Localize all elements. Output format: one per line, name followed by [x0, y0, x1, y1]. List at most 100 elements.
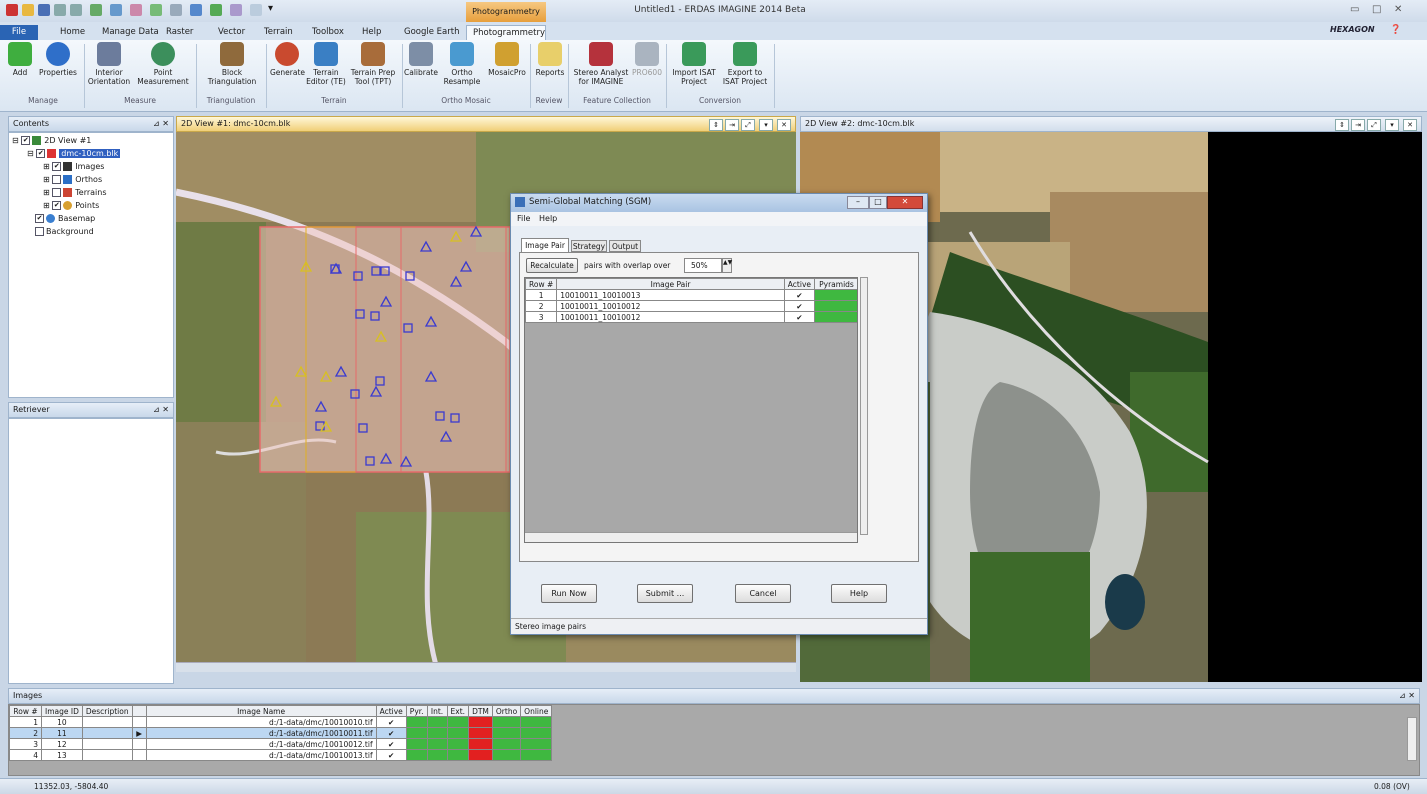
- table-row[interactable]: 4 13 d:/1-data/dmc/10010013.tif ✔: [9, 749, 553, 761]
- reports-button[interactable]: Reports: [534, 42, 566, 94]
- redo-icon[interactable]: [70, 4, 82, 16]
- cancel-button[interactable]: Cancel: [735, 584, 791, 603]
- col-row: Row #: [9, 705, 42, 717]
- images-vscrollbar[interactable]: [1407, 717, 1417, 761]
- status-cell: [491, 716, 522, 728]
- group-measure: Measure: [124, 96, 156, 105]
- tab-file[interactable]: File: [0, 25, 38, 40]
- help-icon[interactable]: ❓: [1390, 25, 1401, 35]
- brand-logo: HEXAGON: [1330, 25, 1375, 34]
- panel-pin-close-icon[interactable]: ⊿ ✕: [153, 119, 169, 128]
- images-panel-pin-close-icon[interactable]: ⊿ ✕: [1399, 691, 1415, 700]
- retriever-pin-close-icon[interactable]: ⊿ ✕: [153, 405, 169, 414]
- block-triangulation-button[interactable]: Block Triangulation: [202, 42, 262, 94]
- tree-item-orthos[interactable]: ⊞ Orthos: [43, 175, 102, 188]
- app-icon[interactable]: [6, 4, 18, 16]
- tab-terrain[interactable]: Terrain: [258, 25, 299, 40]
- dialog-maximize-button[interactable]: □: [869, 196, 887, 209]
- terrain-editor-button[interactable]: Terrain Editor (TE): [306, 42, 346, 94]
- run-now-button[interactable]: Run Now: [541, 584, 597, 603]
- ortho-resample-button[interactable]: Ortho Resample: [440, 42, 484, 94]
- view1-sync-button[interactable]: ⇕: [709, 119, 723, 131]
- recalculate-button[interactable]: Recalculate: [526, 258, 578, 273]
- calibrate-button[interactable]: Calibrate: [404, 42, 438, 94]
- tab-raster[interactable]: Raster: [160, 25, 199, 40]
- table-hscrollbar[interactable]: [525, 532, 857, 542]
- view2-link-button[interactable]: ⇥: [1351, 119, 1365, 131]
- add-button[interactable]: Add: [6, 42, 34, 94]
- table-row[interactable]: 3 10010011_10010012 ✔: [525, 311, 857, 323]
- tool-icon-i[interactable]: [250, 4, 262, 16]
- table-vscrollbar[interactable]: [860, 277, 868, 535]
- maximize-button[interactable]: □: [1372, 4, 1381, 15]
- stereo-analyst-button[interactable]: Stereo Analyst for IMAGINE: [572, 42, 630, 94]
- retriever-panel-header: Retriever ⊿ ✕: [8, 402, 174, 418]
- tab-help[interactable]: Help: [356, 25, 387, 40]
- tool-icon-c[interactable]: [130, 4, 142, 16]
- view2-menu-button[interactable]: ▾: [1385, 119, 1399, 131]
- tool-icon-g[interactable]: [210, 4, 222, 16]
- save-icon[interactable]: [38, 4, 50, 16]
- interior-orientation-button[interactable]: Interior Orientation: [86, 42, 132, 94]
- tree-item-points[interactable]: ⊞ ✔ Points: [43, 201, 99, 214]
- dialog-menu-file[interactable]: File: [517, 214, 530, 223]
- tool-icon-a[interactable]: [90, 4, 102, 16]
- pro600-button[interactable]: PRO600: [632, 42, 662, 94]
- view2-fit-button[interactable]: ⤢: [1367, 119, 1381, 131]
- undo-icon[interactable]: [54, 4, 66, 16]
- table-row[interactable]: 3 12 d:/1-data/dmc/10010012.tif ✔: [9, 738, 553, 750]
- dialog-tab-strategy[interactable]: Strategy: [571, 240, 607, 252]
- table-row[interactable]: 1 10010011_10010013 ✔: [525, 289, 857, 301]
- tree-item-2d-view[interactable]: ⊟ ✔ 2D View #1: [12, 136, 91, 149]
- tree-item-basemap[interactable]: ✔ Basemap: [35, 214, 95, 227]
- view1-close-button[interactable]: ✕: [777, 119, 791, 131]
- view2-close-button[interactable]: ✕: [1403, 119, 1417, 131]
- dialog-close-button[interactable]: ✕: [887, 196, 923, 209]
- tab-photogrammetry[interactable]: Photogrammetry: [466, 25, 546, 40]
- tree-item-images[interactable]: ⊞ ✔ Images: [43, 162, 104, 175]
- tree-item-terrains[interactable]: ⊞ Terrains: [43, 188, 107, 201]
- overlap-spinner[interactable]: ▲▼: [722, 258, 732, 273]
- tab-toolbox[interactable]: Toolbox: [306, 25, 350, 40]
- view1-hscrollbar[interactable]: [176, 662, 796, 672]
- tool-icon-d[interactable]: [150, 4, 162, 16]
- tool-icon-b[interactable]: [110, 4, 122, 16]
- point-measurement-button[interactable]: Point Measurement: [134, 42, 192, 94]
- table-row[interactable]: 2 10010011_10010012 ✔: [525, 300, 857, 312]
- close-button[interactable]: ✕: [1394, 4, 1402, 15]
- view1-menu-button[interactable]: ▾: [759, 119, 773, 131]
- dialog-menu-help[interactable]: Help: [539, 214, 557, 223]
- view1-fit-button[interactable]: ⤢: [741, 119, 755, 131]
- tree-item-block[interactable]: ⊟ ✔ dmc-10cm.blk: [27, 149, 121, 162]
- dialog-tab-image-pair[interactable]: Image Pair: [521, 238, 569, 252]
- dialog-minimize-button[interactable]: –: [847, 196, 869, 209]
- generate-button[interactable]: Generate: [270, 42, 305, 94]
- properties-button[interactable]: Properties: [36, 42, 80, 94]
- overlap-input[interactable]: 50%: [684, 258, 722, 273]
- open-icon[interactable]: [22, 4, 34, 16]
- tab-vector[interactable]: Vector: [212, 25, 251, 40]
- table-row[interactable]: 2 11 ▶ d:/1-data/dmc/10010011.tif ✔: [9, 727, 553, 739]
- submit-button[interactable]: Submit ...: [637, 584, 693, 603]
- col-marker: [131, 705, 147, 717]
- view1-link-button[interactable]: ⇥: [725, 119, 739, 131]
- tab-home[interactable]: Home: [54, 25, 91, 40]
- view2-header: 2D View #2: dmc-10cm.blk ⇕ ⇥ ⤢ ▾ ✕: [800, 116, 1422, 132]
- help-button[interactable]: Help: [831, 584, 887, 603]
- view2-sync-button[interactable]: ⇕: [1335, 119, 1349, 131]
- qat-dropdown-icon[interactable]: ▾: [268, 3, 273, 14]
- mosaicpro-button[interactable]: MosaicPro: [486, 42, 528, 94]
- tab-google-earth[interactable]: Google Earth: [398, 25, 465, 40]
- table-row[interactable]: 1 10 d:/1-data/dmc/10010010.tif ✔: [9, 716, 553, 728]
- export-isat-button[interactable]: Export to ISAT Project: [720, 42, 770, 94]
- tool-icon-h[interactable]: [230, 4, 242, 16]
- images-table: Row # Image ID Description Image Name Ac…: [8, 704, 1420, 776]
- tool-icon-f[interactable]: [190, 4, 202, 16]
- tool-icon-e[interactable]: [170, 4, 182, 16]
- tab-manage-data[interactable]: Manage Data: [96, 25, 165, 40]
- terrain-prep-tool-button[interactable]: Terrain Prep Tool (TPT): [348, 42, 398, 94]
- minimize-button[interactable]: ▭: [1350, 4, 1359, 15]
- dialog-tab-output[interactable]: Output: [609, 240, 641, 252]
- tree-item-background[interactable]: Background: [35, 227, 94, 240]
- import-isat-button[interactable]: Import ISAT Project: [670, 42, 718, 94]
